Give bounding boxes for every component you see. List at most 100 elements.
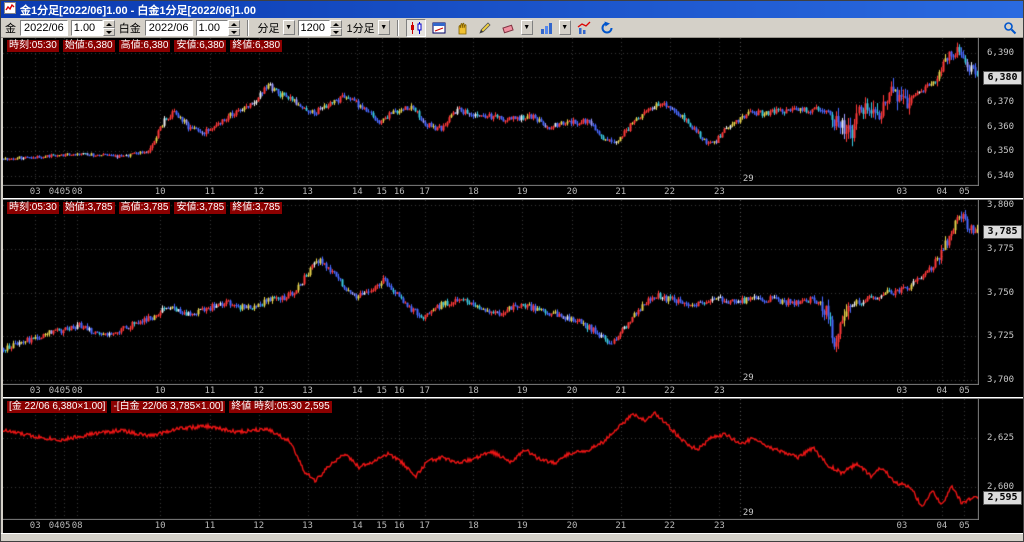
time-label: 19 (508, 187, 536, 197)
time-label: 21 (607, 521, 635, 531)
time-label: 03 (888, 187, 916, 197)
status-bar (1, 533, 1023, 542)
platinum-axis-label: 3,800 (987, 200, 1014, 210)
platinum-axis-label: 3,750 (987, 288, 1014, 298)
spin-up-icon[interactable] (103, 20, 115, 28)
time-label: 10 (146, 187, 174, 197)
platinum-time-axis[interactable]: 0304050810111213141516171819202122230304… (3, 385, 979, 397)
eraser-button[interactable] (498, 19, 518, 37)
spread-time-axis[interactable]: 0304050810111213141516171819202122230304… (3, 520, 979, 532)
spread-plot-canvas[interactable] (3, 399, 979, 520)
hand-icon (455, 21, 469, 35)
draw-pencil-button[interactable] (475, 19, 495, 37)
platinum-info-chip: 終値:3,785 (230, 202, 282, 214)
platinum-axis-label: 3,700 (987, 375, 1014, 385)
gold-price-axis[interactable]: 6,3906,3706,3606,3506,340 (981, 38, 1023, 198)
time-label: 23 (705, 386, 733, 396)
platinum-axis-label: 3,775 (987, 244, 1014, 254)
platinum-price-badge: 3,785 (983, 225, 1022, 239)
platinum-multiplier-value[interactable]: 1.00 (196, 20, 228, 36)
spin-up-icon[interactable] (228, 20, 240, 28)
time-label: 10 (146, 386, 174, 396)
chevron-down-icon[interactable]: ▼ (283, 20, 295, 35)
title-bar[interactable]: 金1分足[2022/06]1.00 - 白金1分足[2022/06]1.00 (1, 1, 1023, 18)
time-label: 23 (705, 187, 733, 197)
spread-info-chip: [金 22/06 6,380×1.00] (7, 401, 107, 413)
spread-price-axis[interactable]: 2,6252,600 (981, 399, 1023, 532)
chart-area: 時刻:05:30始値:6,380高値:6,380安値:6,380終値:6,380… (3, 38, 1023, 533)
gold-time-axis[interactable]: 0304050810111213141516171819202122230304… (3, 186, 979, 198)
time-label: 03 (888, 521, 916, 531)
refresh-icon (600, 21, 614, 35)
time-label: 18 (459, 386, 487, 396)
time-label: 17 (411, 386, 439, 396)
spread-info-bar: [金 22/06 6,380×1.00]-[白金 22/06 3,785×1.0… (7, 401, 332, 413)
time-label: 18 (459, 187, 487, 197)
spin-up-icon[interactable] (330, 20, 342, 28)
chart-window-icon (432, 21, 446, 35)
bar-type-dropdown[interactable]: 分足 ▼ (256, 20, 295, 36)
bar-count-arrows (330, 20, 342, 36)
time-label: 20 (558, 386, 586, 396)
time-label: 21 (607, 187, 635, 197)
time-label: 08 (63, 521, 91, 531)
chevron-down-icon[interactable]: ▼ (559, 20, 571, 35)
platinum-plot-canvas[interactable] (3, 200, 979, 385)
candlestick-chart-button[interactable] (406, 19, 426, 37)
bar-count-value[interactable]: 1200 (298, 20, 330, 36)
time-label: 13 (294, 187, 322, 197)
app-icon (4, 1, 16, 19)
pencil-icon (478, 21, 492, 35)
gold-info-chip: 始値:6,380 (63, 40, 115, 52)
spread-price-badge: 2,595 (983, 491, 1022, 505)
spread-info-chip: 終値 時刻:05:30 2,595 (229, 401, 331, 413)
interval-dropdown[interactable]: 1分足 ▼ (345, 20, 390, 36)
chart-window: 金1分足[2022/06]1.00 - 白金1分足[2022/06]1.00 金… (0, 0, 1024, 542)
gold-multiplier-value[interactable]: 1.00 (71, 20, 103, 36)
time-label: 05 (950, 386, 978, 396)
candlestick-chart-icon (409, 21, 423, 35)
spin-down-icon[interactable] (330, 28, 342, 36)
platinum-multiplier-spinner[interactable]: 1.00 (196, 20, 240, 36)
platinum-chart-panel: 時刻:05:30始値:3,785高値:3,785安値:3,785終値:3,785… (3, 200, 1023, 397)
draw-tools-dropdown[interactable]: ▼ (521, 20, 533, 36)
bar-chart-icon (539, 21, 553, 35)
gold-info-chip: 時刻:05:30 (7, 40, 59, 52)
gold-chart-panel: 時刻:05:30始値:6,380高値:6,380安値:6,380終値:6,380… (3, 38, 1023, 198)
time-label: 12 (245, 386, 273, 396)
magnifier-icon (1003, 21, 1017, 35)
bar-count-spinner[interactable]: 1200 (298, 20, 342, 36)
gold-multiplier-arrows (103, 20, 115, 36)
gold-axis-label: 6,390 (987, 48, 1014, 58)
time-label: 11 (196, 521, 224, 531)
time-label: 17 (411, 521, 439, 531)
time-label: 21 (607, 386, 635, 396)
gold-axis-label: 6,350 (987, 146, 1014, 156)
bar-indicator-button[interactable] (536, 19, 556, 37)
time-label: 12 (245, 521, 273, 531)
gold-multiplier-spinner[interactable]: 1.00 (71, 20, 115, 36)
gold-info-chip: 高値:6,380 (119, 40, 171, 52)
platinum-contract-field[interactable]: 2022/06 (145, 20, 193, 36)
time-label: 20 (558, 521, 586, 531)
pan-hand-button[interactable] (452, 19, 472, 37)
spin-down-icon[interactable] (103, 28, 115, 36)
chevron-down-icon[interactable]: ▼ (521, 20, 533, 35)
platinum-info-chip: 高値:3,785 (119, 202, 171, 214)
compare-chart-button[interactable] (574, 19, 594, 37)
refresh-button[interactable] (597, 19, 617, 37)
toolbar-separator (247, 20, 249, 36)
spin-down-icon[interactable] (228, 28, 240, 36)
chart-window-button[interactable] (429, 19, 449, 37)
gold-info-bar: 時刻:05:30始値:6,380高値:6,380安値:6,380終値:6,380 (7, 40, 282, 52)
chevron-down-icon[interactable]: ▼ (378, 20, 390, 35)
indicator-dropdown[interactable]: ▼ (559, 20, 571, 36)
time-label: 05 (950, 521, 978, 531)
toolbar: 金 2022/06 1.00 白金 2022/06 1.00 分足 ▼ 1200… (1, 18, 1023, 38)
gold-plot-canvas[interactable] (3, 38, 979, 186)
gold-contract-field[interactable]: 2022/06 (20, 20, 68, 36)
zoom-settings-button[interactable] (1000, 19, 1020, 37)
time-label: 10 (146, 521, 174, 531)
spread-chart-panel: [金 22/06 6,380×1.00]-[白金 22/06 3,785×1.0… (3, 399, 1023, 532)
time-label: 11 (196, 386, 224, 396)
